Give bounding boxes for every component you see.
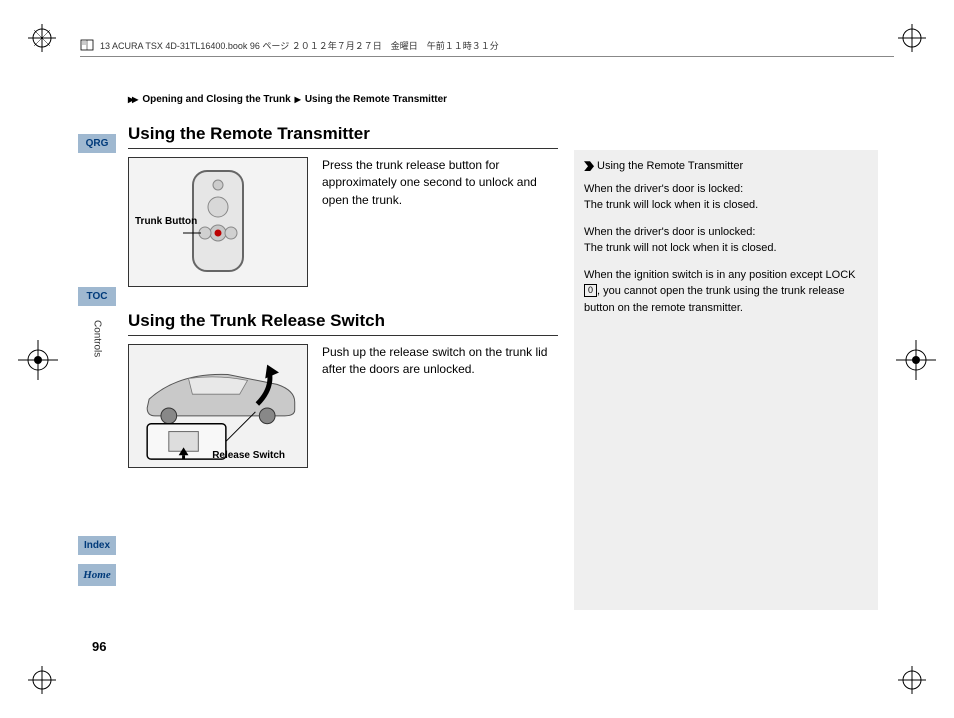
crop-mark-icon [28,24,56,52]
home-button[interactable]: Home [78,564,116,586]
breadcrumb-arrow-icon: ▶▶ [128,95,136,104]
controls-label: Controls [92,320,103,357]
crop-mark-icon [898,666,926,694]
figure-trunk-release: Release Switch [128,344,308,468]
lock-position-badge: 0 [584,284,597,297]
breadcrumb-arrow-icon: ▶ [295,95,301,104]
info-paragraph: When the driver's door is locked: The tr… [584,181,868,214]
info-panel: Using the Remote Transmitter When the dr… [574,150,878,610]
crop-mark-icon [28,666,56,694]
info-panel-title: Using the Remote Transmitter [584,158,868,175]
section-body: Push up the release switch on the trunk … [322,344,558,379]
index-button[interactable]: Index [78,536,116,555]
file-header-text: 13 ACURA TSX 4D-31TL16400.book 96 ページ ２０… [100,39,499,52]
breadcrumb: ▶▶ Opening and Closing the Trunk ▶ Using… [128,94,447,105]
qrg-button[interactable]: QRG [78,134,116,153]
header-rule [80,56,894,57]
registration-mark-icon [18,340,58,380]
figure-label: Release Switch [212,450,285,461]
breadcrumb-segment: Using the Remote Transmitter [305,94,447,105]
info-paragraph: When the ignition switch is in any posit… [584,267,868,317]
car-trunk-icon [129,345,307,467]
section-title: Using the Trunk Release Switch [128,311,558,336]
crop-mark-icon [898,24,926,52]
toc-button[interactable]: TOC [78,287,116,306]
chevron-icon [584,161,594,171]
book-icon [80,38,94,52]
figure-remote-transmitter: Trunk Button [128,157,308,287]
page-number: 96 [92,639,106,654]
info-paragraph: When the driver's door is unlocked: The … [584,224,868,257]
file-header: 13 ACURA TSX 4D-31TL16400.book 96 ページ ２０… [80,38,874,52]
registration-mark-icon [896,340,936,380]
figure-label: Trunk Button [135,216,197,227]
breadcrumb-segment: Opening and Closing the Trunk [142,94,290,105]
home-label: Home [83,569,111,581]
section-body: Press the trunk release button for appro… [322,157,558,209]
section-title: Using the Remote Transmitter [128,124,558,149]
